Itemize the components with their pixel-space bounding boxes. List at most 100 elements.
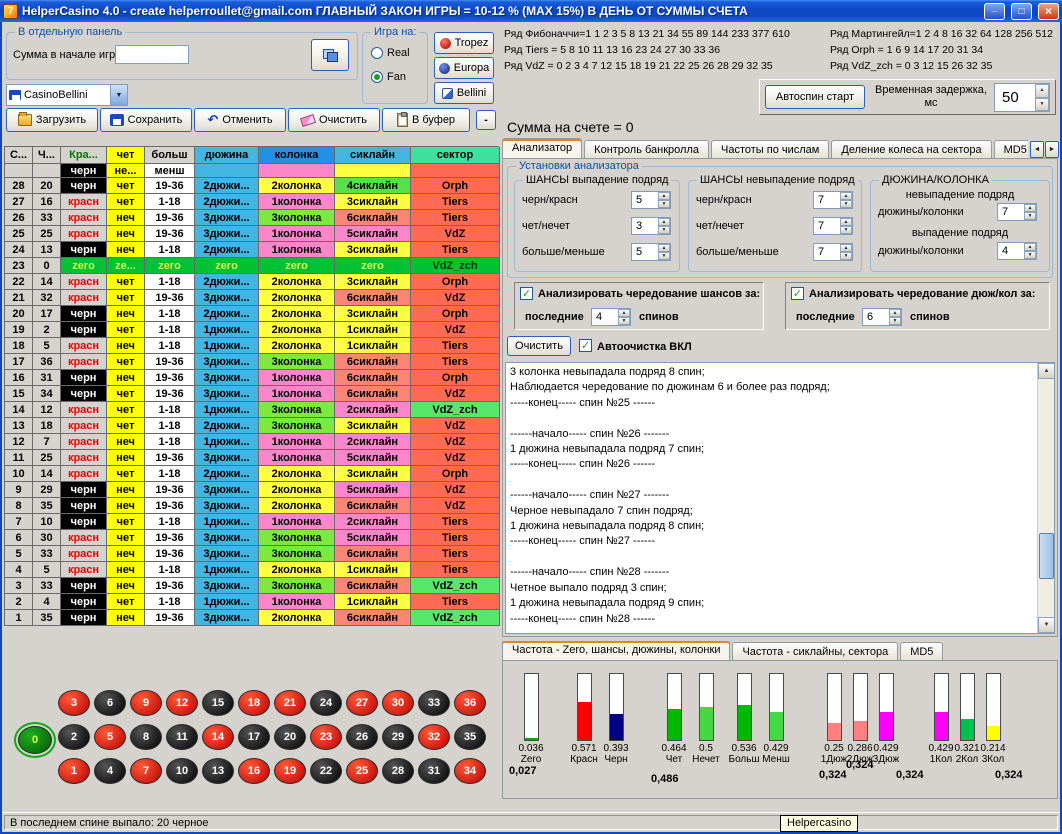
board-number[interactable]: 33 xyxy=(418,690,450,716)
table-row[interactable]: 230zeroze...zerozerozerozeroVdZ_zch xyxy=(5,258,499,274)
table-row[interactable]: 1412краснчет1-181дюжи...3колонка2сиклайн… xyxy=(5,402,499,418)
board-number[interactable]: 27 xyxy=(346,690,378,716)
history-table[interactable]: С...Ч...Кра...четбольшдюжинаколонкасикла… xyxy=(4,146,499,626)
table-row[interactable]: 1125красннеч19-363дюжи...1колонка5сиклай… xyxy=(5,450,499,466)
tab-частоты-по-числам[interactable]: Частоты по числам xyxy=(711,140,829,159)
board-number[interactable]: 12 xyxy=(166,690,198,716)
tab-контроль-банкролла[interactable]: Контроль банкролла xyxy=(584,140,709,159)
casino-combo[interactable]: CasinoBellini xyxy=(6,84,128,106)
dozen-col-notappear-spinner[interactable]: 7 xyxy=(997,203,1037,221)
board-number[interactable]: 32 xyxy=(418,724,450,750)
table-row[interactable]: 2214краснчет1-182дюжи...2колонка3сиклайн… xyxy=(5,274,499,290)
table-row[interactable]: 333черннеч19-363дюжи...3колонка6сиклайнV… xyxy=(5,578,499,594)
table-row[interactable]: 45красннеч1-181дюжи...2колонка1сиклайнTi… xyxy=(5,562,499,578)
delay-spinner[interactable]: 50 xyxy=(994,83,1050,112)
table-row[interactable]: 2525красннеч19-363дюжи...1колонка5сиклай… xyxy=(5,226,499,242)
table-row[interactable]: 135черннеч19-363дюжи...2колонка6сиклайнV… xyxy=(5,610,499,626)
detach-panel-button[interactable] xyxy=(311,39,349,71)
board-number[interactable]: 6 xyxy=(94,690,126,716)
table-row[interactable]: 185красннеч1-181дюжи...2колонка1сиклайнT… xyxy=(5,338,499,354)
scroll-down-icon[interactable] xyxy=(1038,617,1055,633)
tab-md5[interactable]: MD5 xyxy=(900,642,943,661)
board-number[interactable]: 2 xyxy=(58,724,90,750)
board-number[interactable]: 1 xyxy=(58,758,90,784)
close-button[interactable] xyxy=(1038,3,1059,20)
board-number[interactable]: 15 xyxy=(202,690,234,716)
collapse-button[interactable]: - xyxy=(476,110,496,130)
table-row[interactable]: 2633красннеч19-363дюжи...3колонка6сиклай… xyxy=(5,210,499,226)
board-number[interactable]: 10 xyxy=(166,758,198,784)
board-number[interactable]: 3 xyxy=(58,690,90,716)
table-row[interactable]: 1631черннеч19-363дюжи...1колонка6сиклайн… xyxy=(5,370,499,386)
radio-fan[interactable] xyxy=(371,71,383,83)
dozen-col-appear-spinner[interactable]: 4 xyxy=(997,242,1037,260)
board-number[interactable]: 13 xyxy=(202,758,234,784)
board-number[interactable]: 28 xyxy=(382,758,414,784)
spinner-down-icon[interactable] xyxy=(1035,98,1049,112)
table-row[interactable]: 1534чернчет19-363дюжи...1колонка6сиклайн… xyxy=(5,386,499,402)
log-scrollbar[interactable] xyxy=(1037,363,1054,633)
table-row[interactable]: 630краснчет19-363дюжи...3колонка5сиклайн… xyxy=(5,530,499,546)
board-number[interactable]: 18 xyxy=(238,690,270,716)
save-button[interactable]: Сохранить xyxy=(100,108,192,132)
table-row[interactable]: 2716краснчет1-182дюжи...1колонка3сиклайн… xyxy=(5,194,499,210)
black-red-notappear-spinner[interactable]: 7 xyxy=(813,191,853,209)
tab-частота-zero-шансы-дюжины-колонки[interactable]: Частота - Zero, шансы, дюжины, колонки xyxy=(502,641,730,661)
scrollbar-thumb[interactable] xyxy=(1039,533,1054,579)
board-number[interactable]: 5 xyxy=(94,724,126,750)
clear-log-button[interactable]: Очистить xyxy=(507,336,571,356)
radio-real[interactable] xyxy=(371,47,383,59)
table-row[interactable]: 2017черннеч1-182дюжи...2колонка3сиклайнO… xyxy=(5,306,499,322)
autoclear-checkbox[interactable] xyxy=(579,339,592,352)
board-number[interactable]: 25 xyxy=(346,758,378,784)
scroll-up-icon[interactable] xyxy=(1038,363,1055,379)
tabs-scroll-right-icon[interactable] xyxy=(1045,141,1059,158)
board-number-zero[interactable]: 0 xyxy=(18,726,52,754)
board-number[interactable]: 24 xyxy=(310,690,342,716)
tabs-scroll-left-icon[interactable] xyxy=(1030,141,1044,158)
board-number[interactable]: 26 xyxy=(346,724,378,750)
table-row[interactable]: 929черннеч19-363дюжи...2колонка5сиклайнV… xyxy=(5,482,499,498)
board-number[interactable]: 30 xyxy=(382,690,414,716)
table-row[interactable]: 2413черннеч1-182дюжи...1колонка3сиклайнT… xyxy=(5,242,499,258)
alternation-chances-checkbox[interactable] xyxy=(520,287,533,300)
minimize-button[interactable] xyxy=(984,3,1005,20)
europa-button[interactable]: Europa xyxy=(434,57,494,79)
table-row[interactable]: 1736краснчет19-363дюжи...3колонка6сиклай… xyxy=(5,354,499,370)
black-red-appear-spinner[interactable]: 5 xyxy=(631,191,671,209)
maximize-button[interactable] xyxy=(1011,3,1032,20)
tab-деление-колеса-на-сектора[interactable]: Деление колеса на сектора xyxy=(831,140,991,159)
table-row[interactable]: 192чернчет1-181дюжи...2колонка1сиклайнVd… xyxy=(5,322,499,338)
tropez-button[interactable]: Tropez xyxy=(434,32,494,54)
board-number[interactable]: 31 xyxy=(418,758,450,784)
table-row[interactable]: 710чернчет1-181дюжи...1колонка2сиклайнTi… xyxy=(5,514,499,530)
board-number[interactable]: 36 xyxy=(454,690,486,716)
table-row[interactable]: 127красннеч1-181дюжи...1колонка2сиклайнV… xyxy=(5,434,499,450)
high-low-notappear-spinner[interactable]: 7 xyxy=(813,243,853,261)
tab-анализатор[interactable]: Анализатор xyxy=(502,138,582,159)
even-odd-notappear-spinner[interactable]: 7 xyxy=(813,217,853,235)
autospin-start-button[interactable]: Автоспин старт xyxy=(765,85,865,109)
even-odd-appear-spinner[interactable]: 3 xyxy=(631,217,671,235)
table-row[interactable]: 24чернчет1-181дюжи...1колонка1сиклайнTie… xyxy=(5,594,499,610)
buffer-button[interactable]: В буфер xyxy=(382,108,470,132)
board-number[interactable]: 35 xyxy=(454,724,486,750)
board-number[interactable]: 19 xyxy=(274,758,306,784)
bellini-button[interactable]: Bellini xyxy=(434,82,494,104)
table-row[interactable]: 835черннеч19-363дюжи...2колонка6сиклайнV… xyxy=(5,498,499,514)
board-number[interactable]: 16 xyxy=(238,758,270,784)
tab-частота-сиклайны-сектора[interactable]: Частота - сиклайны, сектора xyxy=(732,642,898,661)
board-number[interactable]: 8 xyxy=(130,724,162,750)
undo-button[interactable]: Отменить xyxy=(194,108,286,132)
board-number[interactable]: 7 xyxy=(130,758,162,784)
alternation-chances-spinner[interactable]: 4 xyxy=(591,308,631,326)
board-number[interactable]: 21 xyxy=(274,690,306,716)
board-number[interactable]: 17 xyxy=(238,724,270,750)
board-number[interactable]: 23 xyxy=(310,724,342,750)
board-number[interactable]: 20 xyxy=(274,724,306,750)
alternation-dozen-checkbox[interactable] xyxy=(791,287,804,300)
table-row[interactable]: 1318краснчет1-182дюжи...3колонка3сиклайн… xyxy=(5,418,499,434)
board-number[interactable]: 11 xyxy=(166,724,198,750)
board-number[interactable]: 22 xyxy=(310,758,342,784)
board-number[interactable]: 29 xyxy=(382,724,414,750)
